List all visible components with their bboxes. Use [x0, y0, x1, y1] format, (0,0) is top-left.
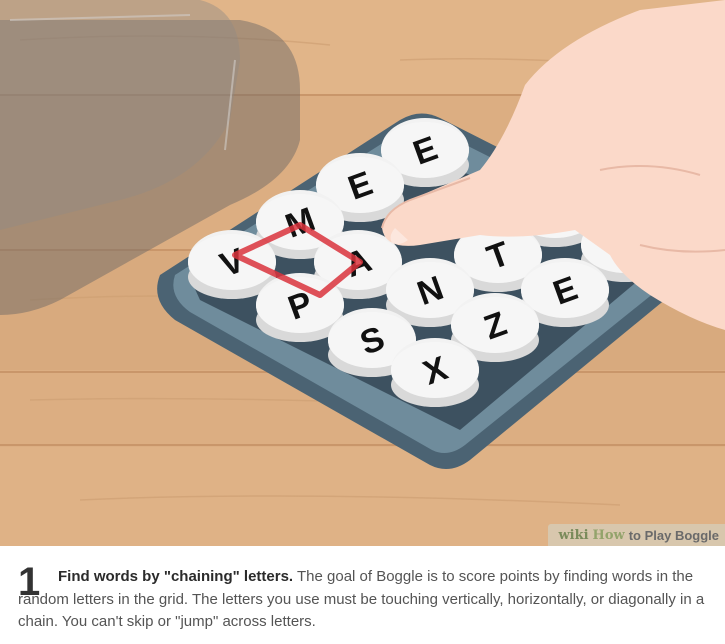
step-bold-summary: Find words by "chaining" letters.: [58, 568, 294, 585]
wikihow-watermark: wiki How to Play Boggle: [548, 524, 725, 546]
step-section: 1 Find words by "chaining" letters. The …: [0, 546, 725, 644]
watermark-wiki: wiki: [558, 527, 589, 543]
step-number: 1: [18, 560, 41, 604]
boggle-illustration: E E E M G V A T E P N Z S X: [0, 0, 725, 546]
watermark-how: How: [592, 527, 625, 543]
watermark-title: to Play Boggle: [628, 527, 719, 543]
illustration: E E E M G V A T E P N Z S X: [0, 0, 725, 546]
die: X: [391, 338, 479, 407]
step-description: Find words by "chaining" letters. The go…: [18, 566, 711, 634]
